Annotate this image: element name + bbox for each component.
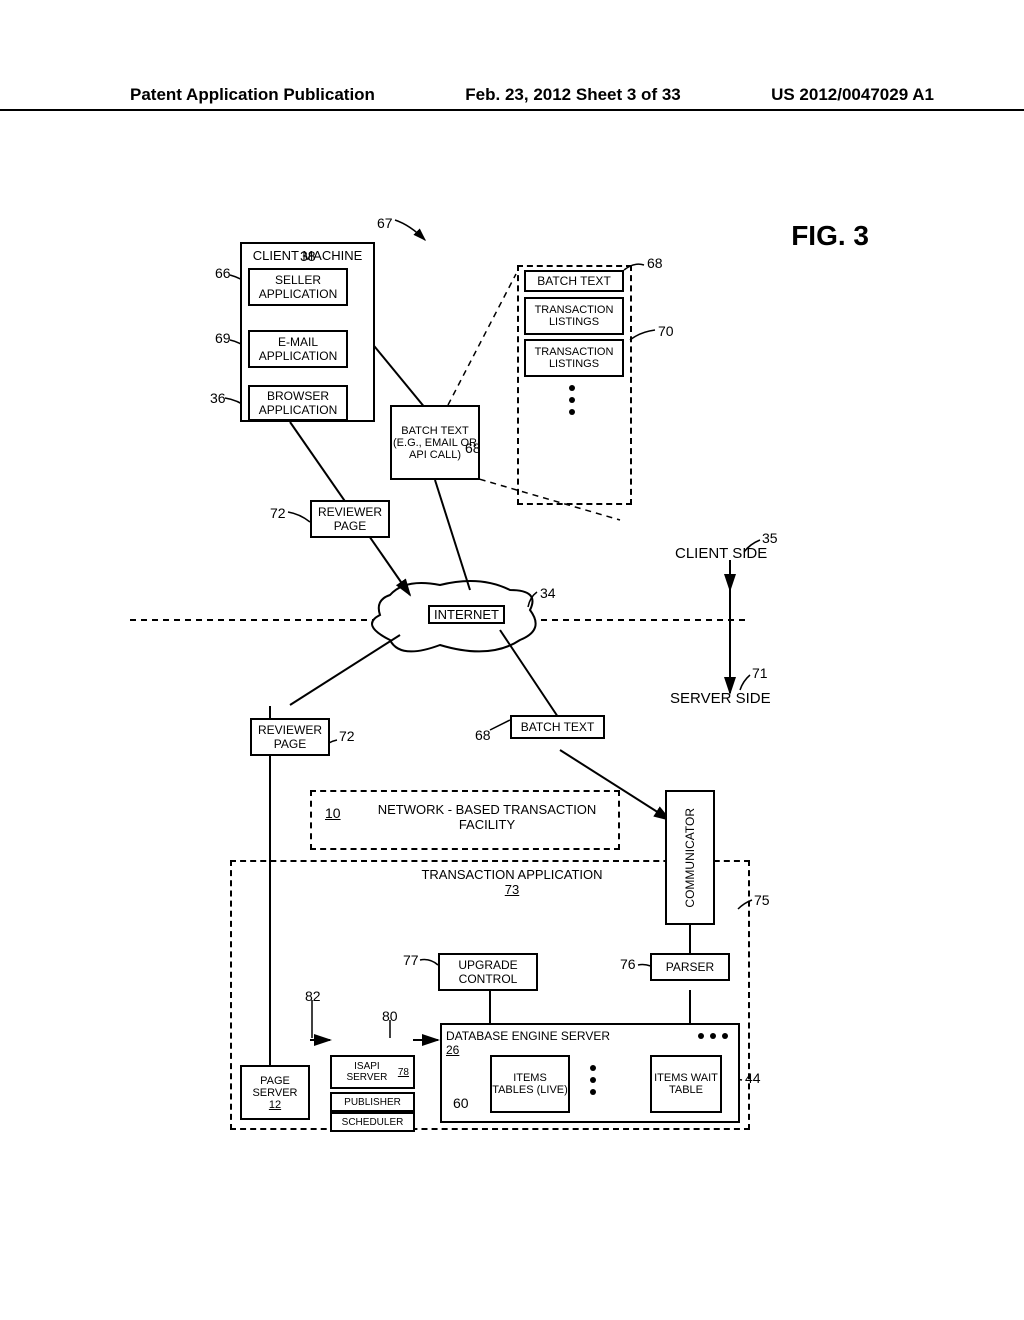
items-tables-live-box: ITEMS TABLES (LIVE) [490, 1055, 570, 1113]
items-wait-table-box: ITEMS WAIT TABLE [650, 1055, 722, 1113]
ref-75: 75 [754, 892, 770, 908]
ref-10: 10 [325, 805, 341, 821]
batch-text-header: BATCH TEXT [524, 270, 624, 292]
ref-70: 70 [658, 323, 674, 339]
ref-82: 82 [305, 988, 321, 1004]
internet-label: INTERNET [428, 605, 505, 624]
ref-68c: 68 [475, 727, 491, 743]
parser-box: PARSER [650, 953, 730, 981]
ref-72b: 72 [339, 728, 355, 744]
transaction-listings-box: TRANSACTION LISTINGS [524, 297, 624, 335]
ref-44: 44 [745, 1070, 761, 1086]
dots-vertical [569, 385, 575, 415]
browser-application-box: BROWSER APPLICATION [248, 385, 348, 421]
nbt-facility-box: NETWORK - BASED TRANSACTION FACILITY [310, 790, 620, 850]
ref-76: 76 [620, 956, 636, 972]
ref-71: 71 [752, 665, 768, 681]
dots-horizontal [698, 1033, 728, 1039]
header-center: Feb. 23, 2012 Sheet 3 of 33 [465, 85, 680, 105]
page-header: Patent Application Publication Feb. 23, … [0, 85, 1024, 111]
server-side-label: SERVER SIDE [670, 690, 771, 707]
ref-35: 35 [762, 530, 778, 546]
nbt-facility-label: NETWORK - BASED TRANSACTION FACILITY [357, 802, 617, 832]
seller-application-box: SELLER APPLICATION [248, 268, 348, 306]
ref-60: 60 [453, 1095, 469, 1111]
ref-26: 26 [446, 1043, 459, 1057]
ref-77: 77 [403, 952, 419, 968]
ref-38: 38 [300, 248, 316, 264]
publisher-box: PUBLISHER [330, 1092, 415, 1112]
upgrade-control-box: UPGRADE CONTROL [438, 953, 538, 991]
communicator-box: COMMUNICATOR [665, 790, 715, 925]
isapi-server-box: ISAPI SERVER 78 [330, 1055, 415, 1089]
ref-68a: 68 [647, 255, 663, 271]
email-application-box: E-MAIL APPLICATION [248, 330, 348, 368]
transaction-app-label: TRANSACTION APPLICATION 73 [402, 867, 622, 897]
ref-69: 69 [215, 330, 231, 346]
dots-between-tables [590, 1065, 596, 1095]
ref-36: 36 [210, 390, 226, 406]
diagram-area: CLIENT MACHINE SELLER APPLICATION E-MAIL… [130, 200, 880, 1150]
ref-34: 34 [540, 585, 556, 601]
ref-67: 67 [377, 215, 393, 231]
page-server-box: PAGE SERVER 12 [240, 1065, 310, 1120]
db-engine-label: DATABASE ENGINE SERVER [446, 1029, 610, 1043]
ref-66: 66 [215, 265, 231, 281]
reviewer-page-server: REVIEWER PAGE [250, 718, 330, 756]
batch-text-detail-box: BATCH TEXT TRANSACTION LISTINGS TRANSACT… [517, 265, 632, 505]
scheduler-box: SCHEDULER [330, 1112, 415, 1132]
header-left: Patent Application Publication [130, 85, 375, 105]
transaction-listings-box-2: TRANSACTION LISTINGS [524, 339, 624, 377]
batch-text-server: BATCH TEXT [510, 715, 605, 739]
client-side-label: CLIENT SIDE [675, 545, 767, 562]
reviewer-page-client: REVIEWER PAGE [310, 500, 390, 538]
ref-80: 80 [382, 1008, 398, 1024]
ref-68b: 68 [465, 440, 481, 456]
header-right: US 2012/0047029 A1 [771, 85, 934, 105]
ref-72a: 72 [270, 505, 286, 521]
